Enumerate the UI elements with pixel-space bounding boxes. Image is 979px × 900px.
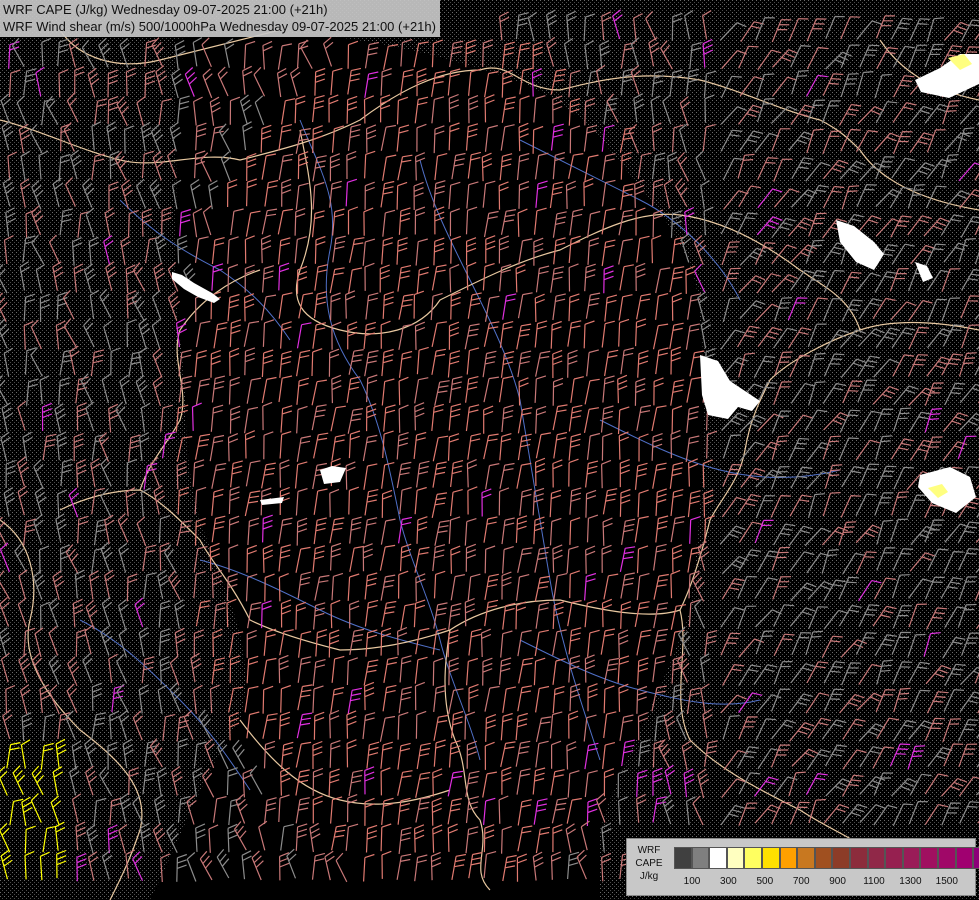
legend-swatch <box>814 847 833 869</box>
legend-side-labels: WRF CAPE J/kg <box>631 844 667 883</box>
legend-model: WRF <box>637 845 661 856</box>
legend-ticks: 100 300 500 700 900 1100 1300 1500 <box>674 876 974 890</box>
legend-swatch <box>885 847 903 869</box>
cape-title: WRF CAPE (J/kg) Wednesday 09-07-2025 21:… <box>3 2 328 17</box>
legend-swatch <box>726 847 745 869</box>
legend-tick-label: 1500 <box>935 876 958 887</box>
legend-tick-label: 500 <box>756 876 774 887</box>
legend-tick-label: 900 <box>829 876 846 887</box>
legend-swatch <box>832 847 850 869</box>
legend-tick-label: 100 <box>683 876 701 887</box>
legend-swatch <box>797 847 815 869</box>
legend-swatch <box>761 847 780 869</box>
cape-legend: WRF CAPE J/kg 100 300 500 700 900 1100 1300 150… <box>626 838 979 896</box>
legend-tick-label: 1100 <box>863 876 885 887</box>
shear-title: WRF Wind shear (m/s) 500/1000hPa Wednesd… <box>3 19 436 34</box>
legend-swatch <box>849 847 868 869</box>
legend-swatch <box>867 847 886 869</box>
legend-swatch <box>744 847 762 869</box>
legend-tick-label: 700 <box>792 876 810 887</box>
legend-unit: J/kg <box>639 871 659 882</box>
legend-swatch <box>973 847 979 869</box>
legend-swatches <box>674 847 979 869</box>
map-canvas <box>0 0 979 900</box>
legend-tick-label: 1300 <box>899 876 922 887</box>
legend-swatch <box>920 847 938 869</box>
legend-swatch <box>709 847 727 869</box>
map-title-box: WRF CAPE (J/kg) Wednesday 09-07-2025 21:… <box>0 0 440 37</box>
legend-swatch <box>674 847 692 869</box>
legend-swatch <box>955 847 974 869</box>
legend-swatch <box>902 847 921 869</box>
legend-swatch <box>779 847 798 869</box>
legend-variable: CAPE <box>635 858 663 869</box>
legend-tick-label: 300 <box>720 876 737 887</box>
legend-swatch <box>691 847 710 869</box>
legend-swatch <box>937 847 956 869</box>
weather-map: WRF CAPE (J/kg) Wednesday 09-07-2025 21:… <box>0 0 979 900</box>
